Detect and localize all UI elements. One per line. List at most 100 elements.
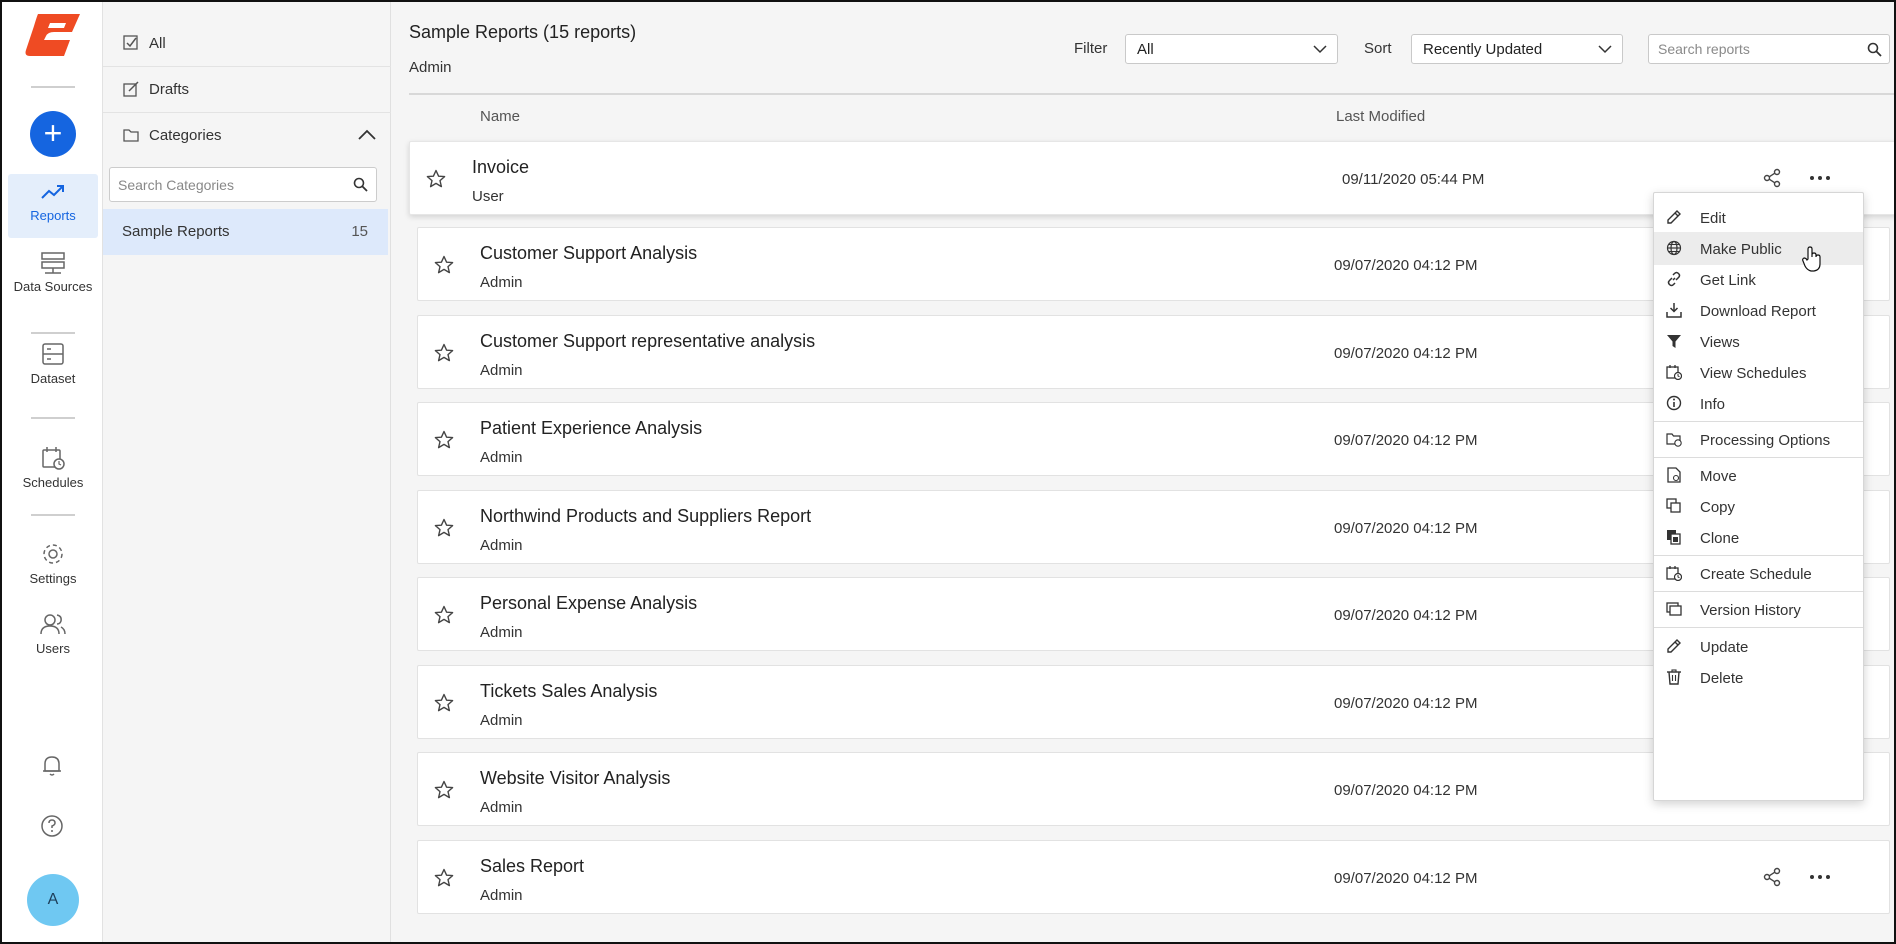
report-owner: Admin	[480, 537, 523, 554]
menu-item-label: View Schedules	[1700, 365, 1807, 382]
nav-dataset[interactable]: Dataset	[8, 335, 98, 399]
bell-icon[interactable]	[40, 753, 64, 777]
menu-item-download-report[interactable]: Download Report	[1654, 294, 1863, 327]
menu-item-label: Make Public	[1700, 241, 1782, 258]
nav-divider	[31, 332, 75, 334]
star-icon[interactable]	[426, 169, 446, 189]
report-name[interactable]: Personal Expense Analysis	[480, 593, 697, 614]
column-header-last-modified[interactable]: Last Modified	[1336, 108, 1425, 125]
menu-item-delete[interactable]: Delete	[1654, 661, 1863, 694]
more-options-button[interactable]	[1809, 867, 1831, 892]
search-icon[interactable]	[1867, 42, 1882, 57]
report-name[interactable]: Invoice	[472, 157, 529, 178]
star-icon[interactable]	[434, 693, 454, 713]
calendar-clock-icon	[1666, 566, 1682, 581]
category-search	[109, 167, 377, 202]
report-name[interactable]: Sales Report	[480, 856, 584, 877]
report-name[interactable]: Customer Support representative analysis	[480, 331, 815, 352]
menu-item-views[interactable]: Views	[1654, 325, 1863, 358]
menu-item-label: Processing Options	[1700, 432, 1831, 449]
share-button[interactable]	[1762, 867, 1782, 892]
star-icon[interactable]	[434, 343, 454, 363]
page-subtitle: Admin	[409, 59, 452, 76]
star-icon[interactable]	[434, 605, 454, 625]
category-panel: All Drafts Categories Sample Reports 15	[103, 2, 391, 942]
clone-icon	[1667, 530, 1681, 545]
more-horizontal-icon	[1810, 875, 1830, 879]
category-item-sample-reports[interactable]: Sample Reports 15	[103, 209, 388, 255]
report-name[interactable]: Northwind Products and Suppliers Report	[480, 506, 811, 527]
filter-icon	[1667, 335, 1681, 348]
report-name[interactable]: Patient Experience Analysis	[480, 418, 702, 439]
table-row[interactable]: Sales Report Admin 09/07/2020 04:12 PM	[417, 840, 1890, 914]
menu-item-make-public[interactable]: Make Public	[1654, 232, 1863, 265]
report-owner: Admin	[480, 274, 523, 291]
nav-divider	[31, 86, 75, 88]
add-button[interactable]: +	[30, 111, 76, 157]
nav-reports[interactable]: Reports	[8, 174, 98, 238]
menu-item-clone[interactable]: Clone	[1654, 521, 1863, 554]
nav-users[interactable]: Users	[8, 605, 98, 669]
menu-item-update[interactable]: Update	[1654, 630, 1863, 663]
sort-select[interactable]: Recently Updated	[1411, 34, 1623, 64]
menu-divider	[1654, 457, 1863, 458]
folder-icon	[123, 129, 139, 142]
avatar[interactable]: A	[27, 874, 79, 926]
menu-item-get-link[interactable]: Get Link	[1654, 263, 1863, 296]
menu-item-version-history[interactable]: Version History	[1654, 593, 1863, 626]
category-search-input[interactable]	[110, 168, 340, 201]
menu-item-label: Views	[1700, 334, 1740, 351]
filter-select[interactable]: All	[1125, 34, 1338, 64]
category-drafts[interactable]: Drafts	[103, 67, 391, 113]
menu-item-info[interactable]: Info	[1654, 387, 1863, 420]
star-icon[interactable]	[434, 780, 454, 800]
menu-item-label: Create Schedule	[1700, 566, 1812, 583]
nav-settings[interactable]: Settings	[8, 535, 98, 599]
chevron-down-icon	[1598, 45, 1612, 54]
search-icon[interactable]	[353, 177, 368, 192]
menu-item-edit[interactable]: Edit	[1654, 201, 1863, 234]
nav-dataset-label: Dataset	[30, 371, 76, 386]
nav-divider	[31, 417, 75, 419]
column-header-name[interactable]: Name	[480, 108, 520, 125]
sort-label: Sort	[1364, 40, 1392, 57]
star-icon[interactable]	[434, 518, 454, 538]
category-all-label: All	[149, 35, 166, 52]
hand-cursor-icon	[1802, 246, 1821, 272]
menu-item-view-schedules[interactable]: View Schedules	[1654, 356, 1863, 389]
report-search-input[interactable]	[1649, 35, 1854, 63]
download-icon	[1666, 303, 1682, 318]
copy-icon	[1666, 498, 1681, 513]
nav-schedules[interactable]: Schedules	[8, 439, 98, 503]
menu-item-copy[interactable]: Copy	[1654, 490, 1863, 523]
report-name[interactable]: Customer Support Analysis	[480, 243, 697, 264]
info-icon	[1666, 395, 1682, 411]
logo-icon[interactable]	[24, 12, 82, 60]
gear-icon	[43, 544, 63, 564]
menu-item-processing-options[interactable]: Processing Options	[1654, 423, 1863, 456]
report-name[interactable]: Tickets Sales Analysis	[480, 681, 657, 702]
categories-header[interactable]: Categories	[103, 113, 391, 159]
star-icon[interactable]	[434, 868, 454, 888]
more-options-button[interactable]	[1809, 168, 1831, 193]
share-button[interactable]	[1762, 168, 1782, 193]
menu-item-label: Copy	[1700, 499, 1736, 516]
menu-item-label: Edit	[1700, 210, 1726, 227]
category-drafts-label: Drafts	[149, 81, 190, 98]
menu-item-label: Info	[1700, 396, 1726, 413]
report-last-modified: 09/11/2020 05:44 PM	[1342, 171, 1485, 188]
star-icon[interactable]	[434, 430, 454, 450]
menu-item-move[interactable]: Move	[1654, 459, 1863, 492]
star-icon[interactable]	[434, 255, 454, 275]
chevron-up-icon[interactable]	[357, 127, 377, 143]
help-icon[interactable]	[40, 814, 64, 838]
header-divider	[409, 93, 1894, 95]
globe-icon	[1666, 240, 1682, 256]
report-actions-menu: Edit Make Public Get Link Download Report Vi…	[1653, 192, 1864, 801]
category-all[interactable]: All	[103, 21, 391, 67]
nav-data-sources[interactable]: Data Sources	[8, 245, 98, 309]
menu-item-create-schedule[interactable]: Create Schedule	[1654, 557, 1863, 590]
trash-icon	[1667, 669, 1681, 685]
link-icon	[1667, 271, 1681, 287]
report-name[interactable]: Website Visitor Analysis	[480, 768, 670, 789]
